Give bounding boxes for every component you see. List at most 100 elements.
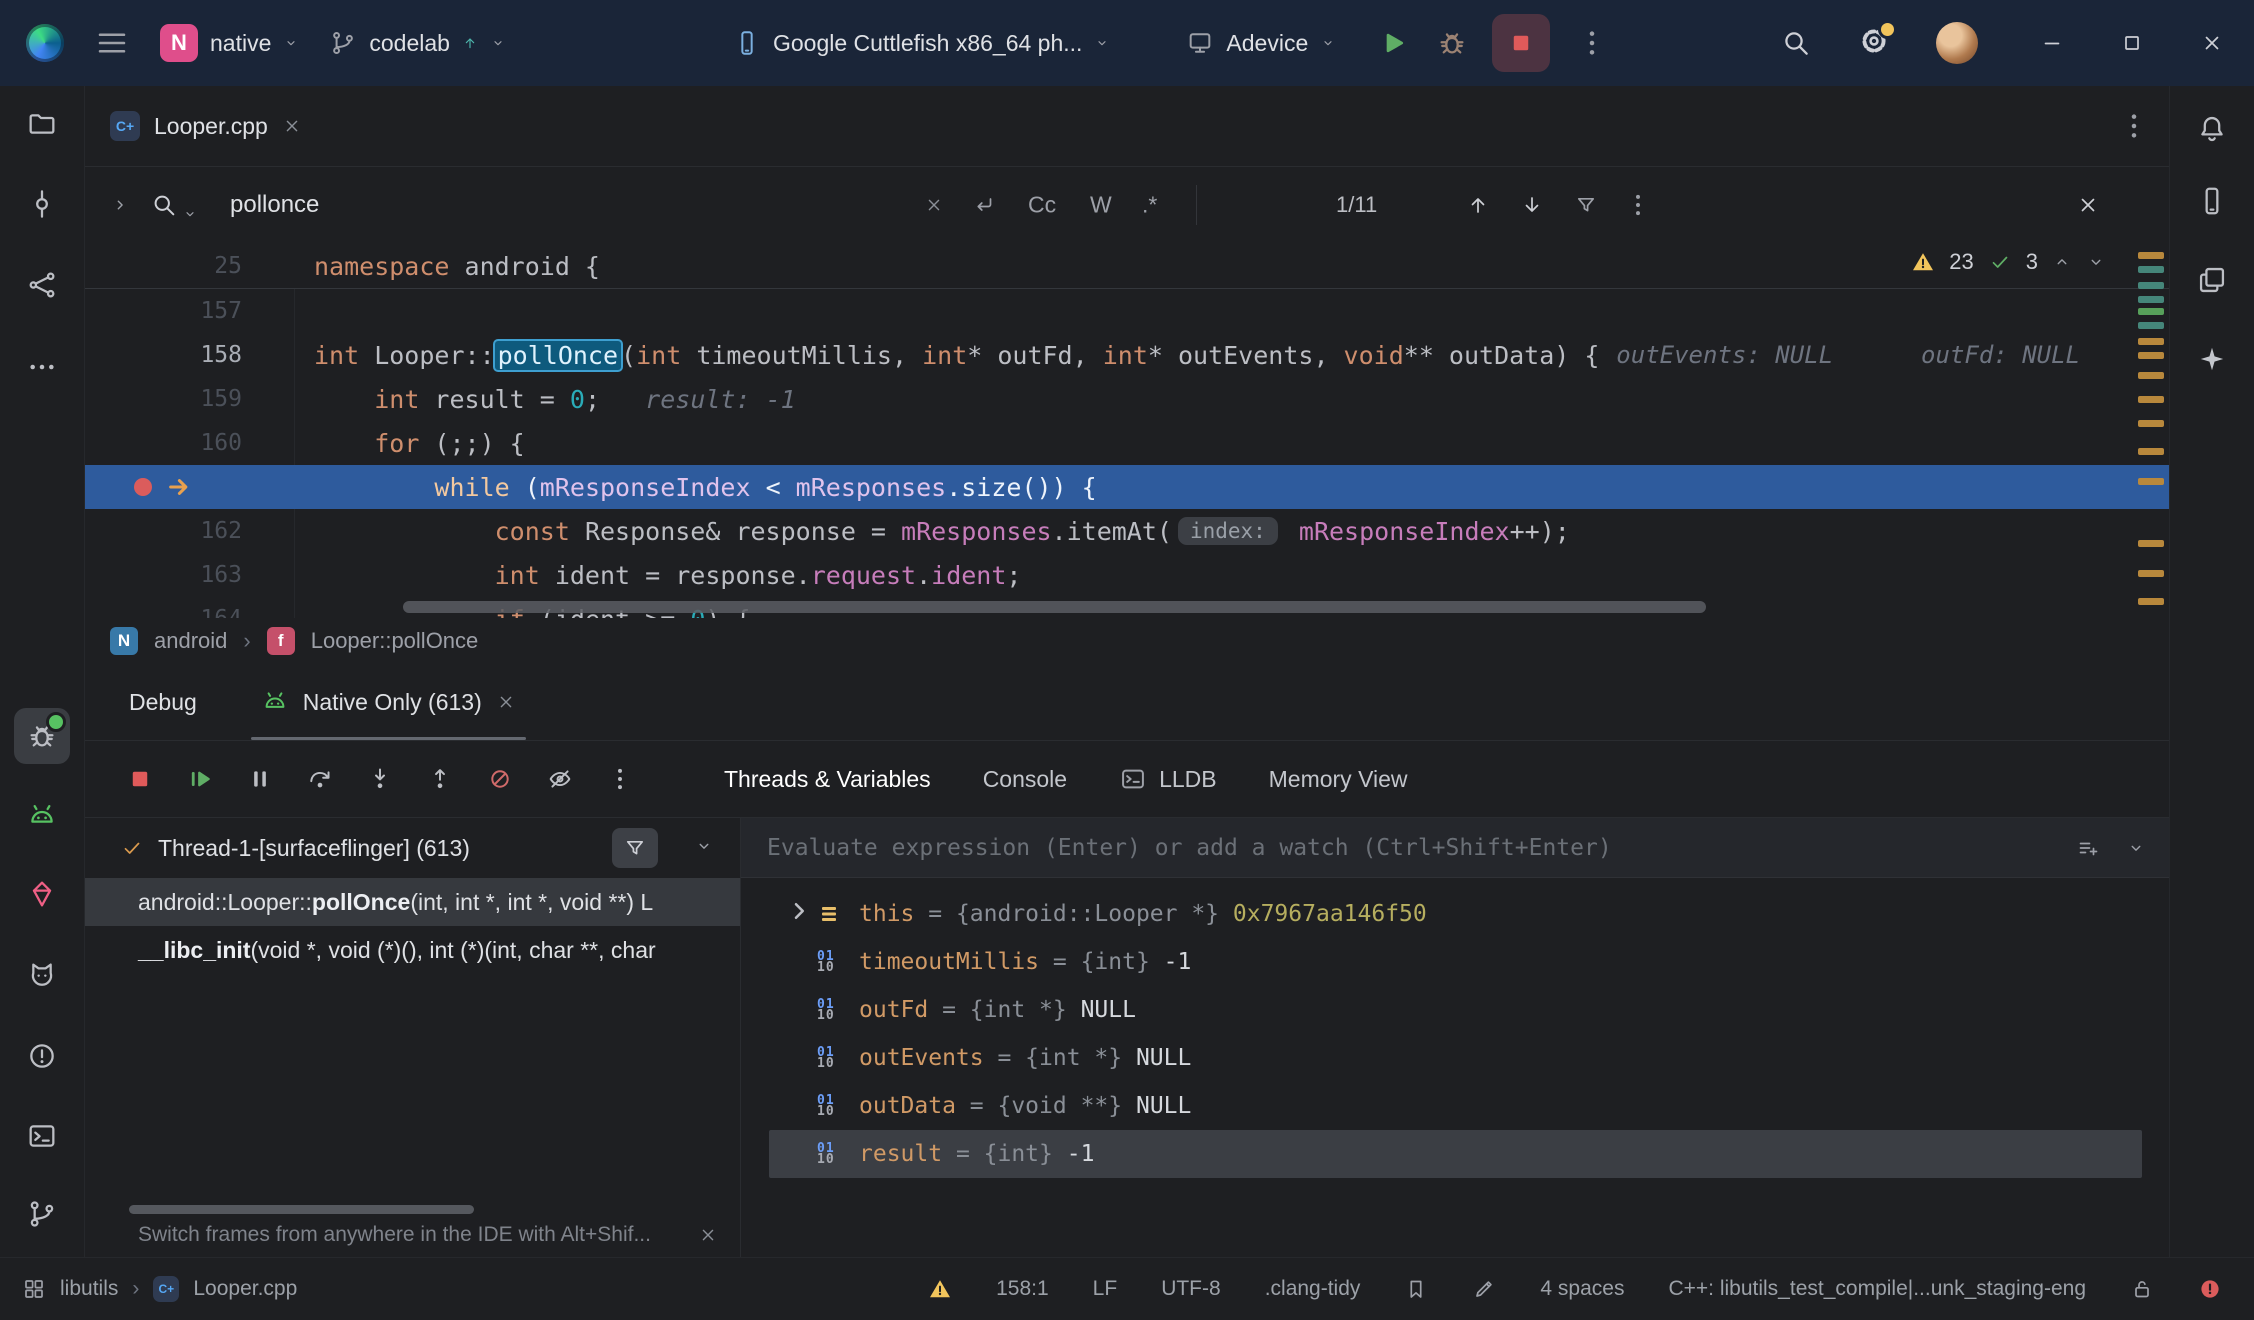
sidebar-folder-button[interactable] <box>14 96 70 152</box>
code-text[interactable]: namespace android { <box>294 252 600 281</box>
search-options-icon[interactable] <box>1624 191 1652 219</box>
toggle-replace-icon[interactable] <box>110 195 130 215</box>
sidebar-device-manager-button[interactable] <box>14 788 70 844</box>
debug-button[interactable] <box>1436 27 1468 59</box>
sidebar-sparkle-button[interactable] <box>2184 331 2240 387</box>
more-actions-button[interactable] <box>1576 27 1608 59</box>
sidebar-bell-button[interactable] <box>2184 101 2240 157</box>
error-stripe-mark[interactable] <box>2138 540 2164 547</box>
code-text[interactable]: int result = 0; result: -1 <box>294 385 796 414</box>
line-number[interactable]: 25 <box>84 253 294 279</box>
search-filter-icon[interactable] <box>1574 193 1598 217</box>
resume-button[interactable] <box>174 753 226 805</box>
whole-words-toggle[interactable]: W <box>1090 192 1112 219</box>
error-stripe-mark[interactable] <box>2138 420 2164 427</box>
avatar[interactable] <box>1936 22 1978 64</box>
session-close-icon[interactable] <box>496 692 516 712</box>
window-maximize-button[interactable] <box>2120 31 2144 55</box>
sidebar-nodes-button[interactable] <box>14 257 70 313</box>
variable-row[interactable]: 0110result = {int} -1 <box>769 1130 2142 1178</box>
line-number[interactable]: 160 <box>84 430 294 456</box>
next-occurrence-icon[interactable] <box>1520 193 1544 217</box>
clear-search-icon[interactable] <box>924 195 944 215</box>
breakpoint-icon[interactable] <box>134 478 152 496</box>
error-stripe-mark[interactable] <box>2138 570 2164 577</box>
code-line[interactable]: 163 int ident = response.request.ident; <box>84 553 2170 597</box>
code-line[interactable]: 160 for (;;) { <box>84 421 2170 465</box>
error-stripe-mark[interactable] <box>2138 478 2164 485</box>
ide-error-icon[interactable] <box>2198 1277 2222 1301</box>
run-config-selector[interactable]: Adevice <box>1186 29 1336 57</box>
code-line[interactable]: 159 int result = 0; result: -1 <box>84 377 2170 421</box>
sidebar-version-control-button[interactable] <box>14 1186 70 1242</box>
tab-lldb[interactable]: LLDB <box>1119 765 1217 793</box>
sidebar-commit-button[interactable] <box>14 176 70 232</box>
stop-button[interactable] <box>1492 14 1550 72</box>
new-line-icon[interactable] <box>972 193 996 217</box>
tab-close-icon[interactable] <box>282 116 302 136</box>
evaluate-history-icon[interactable] <box>2126 838 2146 858</box>
breadcrumb-function[interactable]: Looper::pollOnce <box>311 628 479 654</box>
search-everywhere-icon[interactable] <box>1780 27 1812 59</box>
unlock-icon[interactable] <box>2130 1277 2154 1301</box>
tab-looper-cpp[interactable]: C+ Looper.cpp <box>110 86 302 166</box>
error-stripe-mark[interactable] <box>2138 372 2164 379</box>
horizontal-scrollbar[interactable] <box>403 601 1706 613</box>
sidebar-debug-tool-button[interactable] <box>14 708 70 764</box>
error-stripe-mark[interactable] <box>2138 598 2164 605</box>
tool-windows-icon[interactable] <box>22 1277 46 1301</box>
vcs-branch-selector[interactable]: codelab <box>329 29 506 57</box>
window-minimize-button[interactable] <box>2040 31 2064 55</box>
run-button[interactable] <box>1376 27 1408 59</box>
sidebar-layers-button[interactable] <box>2184 252 2240 308</box>
match-case-toggle[interactable]: Cc <box>1028 192 1056 219</box>
sidebar-more-horizontal-button[interactable] <box>14 339 70 395</box>
variable-row[interactable]: this = {android::Looper *} 0x7967aa146f5… <box>769 890 2142 938</box>
sidebar-terminal-button[interactable] <box>14 1108 70 1164</box>
error-stripe-mark[interactable] <box>2138 308 2164 315</box>
caret-position[interactable]: 158:1 <box>996 1277 1049 1301</box>
close-find-bar-icon[interactable] <box>2076 193 2100 217</box>
toolchain[interactable]: C++: libutils_test_compile|...unk_stagin… <box>1668 1277 2086 1301</box>
sidebar-app-quality-insights-button[interactable] <box>14 866 70 922</box>
code-line[interactable]: 25namespace android { <box>84 244 2170 289</box>
line-ending[interactable]: LF <box>1093 1277 1118 1301</box>
search-history-icon[interactable] <box>182 206 198 222</box>
error-stripe-mark[interactable] <box>2138 296 2164 303</box>
tab-options-icon[interactable] <box>2118 110 2150 142</box>
thread-dropdown-icon[interactable] <box>694 836 714 856</box>
sidebar-problems-button[interactable] <box>14 1028 70 1084</box>
pause-button[interactable] <box>234 753 286 805</box>
line-number[interactable]: 162 <box>84 518 294 544</box>
line-number[interactable]: 159 <box>84 386 294 412</box>
tip-close-icon[interactable] <box>698 1225 718 1245</box>
more-debug-actions-button[interactable] <box>594 753 646 805</box>
stop-button[interactable] <box>114 753 166 805</box>
error-stripe-mark[interactable] <box>2138 396 2164 403</box>
error-stripe-mark[interactable] <box>2138 322 2164 329</box>
expand-chevron[interactable] <box>781 893 817 935</box>
thread-filter-button[interactable] <box>612 828 658 868</box>
error-stripe-mark[interactable] <box>2138 338 2164 345</box>
project-selector[interactable]: N native <box>160 24 299 62</box>
indent-setting[interactable]: 4 spaces <box>1540 1277 1624 1301</box>
code-text[interactable]: const Response& response = mResponses.it… <box>294 517 1570 546</box>
variable-row[interactable]: 0110outEvents = {int *} NULL <box>769 1034 2142 1082</box>
code-line[interactable]: 158int Looper::pollOnce(int timeoutMilli… <box>84 333 2170 377</box>
step-over-button[interactable] <box>294 753 346 805</box>
breadcrumb-namespace[interactable]: android <box>154 628 227 654</box>
stack-frame-row[interactable]: android::Looper::pollOnce(int, int *, in… <box>84 878 740 926</box>
chevron-down-icon[interactable] <box>2086 252 2106 272</box>
disable-watches-button[interactable] <box>534 753 586 805</box>
add-watch-icon[interactable] <box>2076 836 2100 860</box>
debug-window-title[interactable]: Debug <box>129 689 197 716</box>
tab-memory-view[interactable]: Memory View <box>1269 766 1408 793</box>
step-into-button[interactable] <box>354 753 406 805</box>
variable-row[interactable]: 0110outData = {void **} NULL <box>769 1082 2142 1130</box>
sidebar-smartphone-button[interactable] <box>2184 173 2240 229</box>
main-menu-icon[interactable] <box>94 25 130 61</box>
evaluate-expression-input[interactable]: Evaluate expression (Enter) or add a wat… <box>741 818 2170 878</box>
code-editor[interactable]: 25namespace android {157158int Looper::p… <box>84 244 2170 618</box>
file-encoding[interactable]: UTF-8 <box>1161 1277 1221 1301</box>
error-stripe-mark[interactable] <box>2138 282 2164 289</box>
